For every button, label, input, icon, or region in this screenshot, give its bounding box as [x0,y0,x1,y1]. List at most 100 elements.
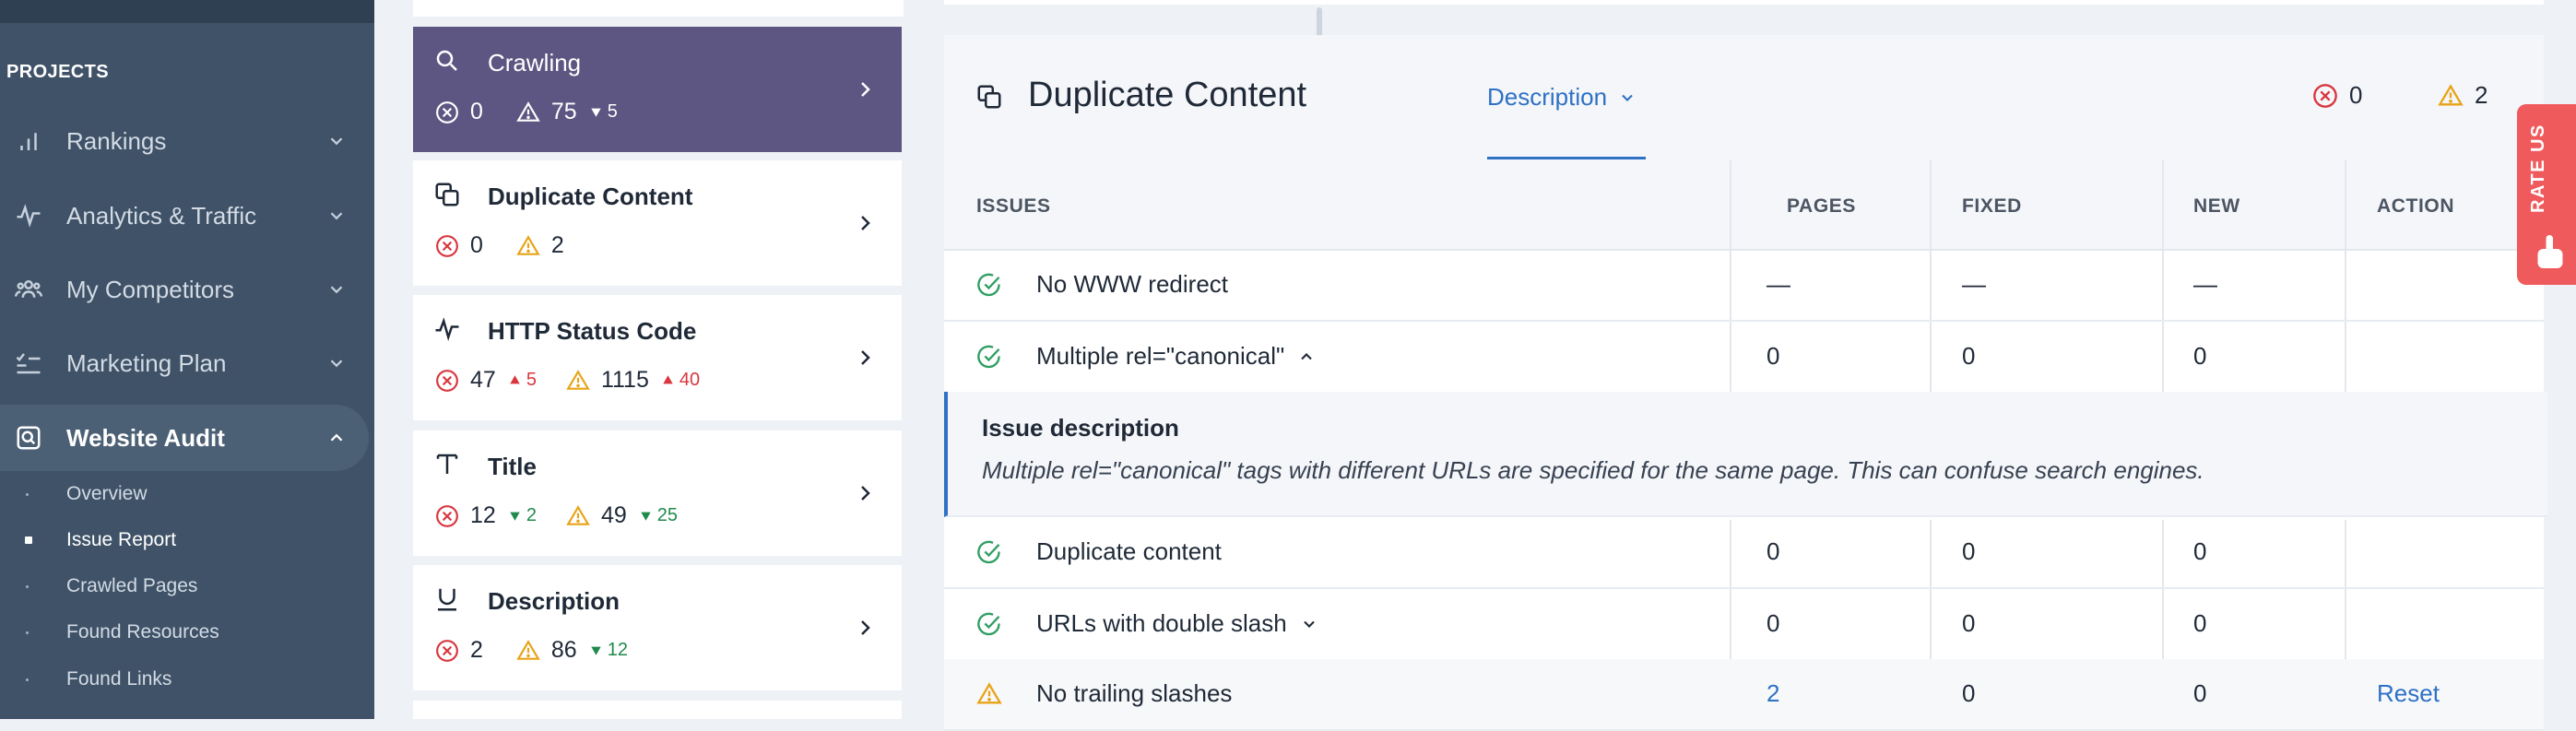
trend-down-icon [591,108,601,117]
new-cell: 0 [2193,342,2207,370]
category-stats: 12 2 49 25 [435,502,707,529]
pages-cell: — [1767,270,1790,298]
warning-delta: 40 [662,370,700,391]
category-stats: 0 75 5 [435,99,647,125]
sub-item-label: Crawled Pages [66,575,198,596]
table-row[interactable]: No trailing slashes 2 0 0 Reset [944,659,2544,731]
bullet-icon [26,631,29,634]
table-row[interactable]: Duplicate content 0 0 0 [944,517,2544,589]
sub-item-found-links[interactable]: Found Links [0,661,369,698]
pages-cell: 0 [1767,609,1780,637]
issue-category-list: Crawling 0 75 5 Duplicate Content 0 2 HT… [413,0,1322,719]
issue-name[interactable]: Multiple rel="canonical" [1036,342,1316,371]
trend-down-icon [510,512,520,521]
trend-down-icon [591,646,601,655]
error-delta: 5 [509,370,537,391]
category-card-crawling[interactable]: Crawling 0 75 5 [413,27,902,152]
category-stats: 2 86 12 [435,637,657,664]
table-header: ISSUES PAGES FIXED NEW ACTION [944,160,2544,251]
warning-icon [566,369,590,390]
pointing-hand-icon [2537,235,2563,268]
table-row[interactable]: No WWW redirect — — — [944,250,2544,322]
nav-item-my-competitors[interactable]: My Competitors [0,256,369,323]
warning-icon [566,504,590,525]
reset-button[interactable]: Reset [2377,679,2440,708]
error-count: 2 [470,637,483,663]
sub-item-label: Overview [66,483,148,504]
pages-link[interactable]: 2 [1767,679,1779,708]
chevron-down-icon [330,137,343,146]
chevron-right-icon [861,620,870,635]
sub-item-overview[interactable]: Overview [0,476,369,513]
bullet-icon [25,536,32,544]
category-card-duplicate-content[interactable]: Duplicate Content 0 2 [413,160,902,286]
warning-count: 49 [600,502,627,528]
sidebar-top-bar [0,0,374,23]
header-fixed: FIXED [1962,195,2022,217]
users-icon [15,280,42,298]
pages-cell: 0 [1767,537,1780,565]
sub-item-label: Issue Report [66,529,177,550]
nav-label-website-audit: Website Audit [66,423,225,452]
check-circle-icon [977,612,1000,636]
error-icon [436,100,458,124]
header-issues: ISSUES [976,195,1051,217]
table-row[interactable]: Multiple rel="canonical" 0 0 0 [944,322,2544,392]
panel-error-count: 0 [2312,81,2362,110]
sub-item-issue-report[interactable]: Issue Report [0,522,369,559]
nav-item-analytics-traffic[interactable]: Analytics & Traffic [0,183,369,249]
sub-item-found-resources[interactable]: Found Resources [0,614,369,651]
check-circle-icon [977,540,1000,564]
table-row[interactable]: URLs with double slash 0 0 0 [944,589,2544,661]
warning-icon [2438,83,2464,105]
category-card-partial [413,0,904,17]
issue-name[interactable]: URLs with double slash [1036,609,1318,638]
category-title: Crawling [488,49,582,77]
category-title: HTTP Status Code [488,317,697,345]
chevron-down-icon [330,212,343,220]
chevron-right-icon [861,486,870,501]
bar-chart-icon [20,133,37,150]
bullet-icon [26,492,29,496]
chevron-down-icon[interactable] [1300,615,1318,633]
nav-item-website-audit[interactable]: Website Audit [0,405,369,471]
error-icon [436,639,458,662]
sub-item-crawled-pages[interactable]: Crawled Pages [0,568,369,605]
fixed-cell: — [1962,270,1986,298]
pulse-icon [17,204,41,228]
category-stats: 0 2 [435,232,577,259]
chevron-down-icon [1622,94,1633,101]
description-tab-underline [1487,157,1646,159]
trend-up-icon [510,375,520,384]
warning-icon [516,639,540,660]
warning-count: 2 [550,232,564,258]
chevron-right-icon [861,216,870,230]
duplicate-icon [435,183,459,206]
chevron-up-icon [330,433,343,442]
nav-item-marketing-plan[interactable]: Marketing Plan [0,330,369,396]
rate-us-tab[interactable]: RATE US [2517,104,2576,285]
chevron-right-icon [861,82,870,97]
projects-section-label: PROJECTS [6,62,110,82]
sub-item-label: Found Links [66,668,172,690]
description-toggle-label: Description [1487,83,1608,111]
sidebar: PROJECTS Rankings Analytics & Traffic My… [0,0,374,719]
category-title: Description [488,587,620,615]
header-new: NEW [2193,195,2240,217]
error-count: 12 [470,502,496,528]
issue-description-text: Multiple rel="canonical" tags with diffe… [982,456,2204,484]
warning-count: 86 [550,637,577,663]
error-icon [2313,83,2337,108]
category-card-http-status-code[interactable]: HTTP Status Code 47 5 1115 40 [413,295,902,420]
category-card-title[interactable]: Title 12 2 49 25 [413,430,902,556]
category-card-description[interactable]: Description 2 86 12 [413,565,902,690]
description-toggle[interactable]: Description [1487,83,1637,112]
category-card-partial [413,701,902,719]
warning-delta: 5 [590,101,618,123]
new-cell: 0 [2193,609,2207,637]
nav-item-rankings[interactable]: Rankings [0,108,369,174]
chevron-up-icon[interactable] [1297,348,1316,366]
issue-description: Issue description Multiple rel="canonica… [944,392,2547,517]
header-action: ACTION [2377,195,2455,217]
error-icon [436,369,458,392]
